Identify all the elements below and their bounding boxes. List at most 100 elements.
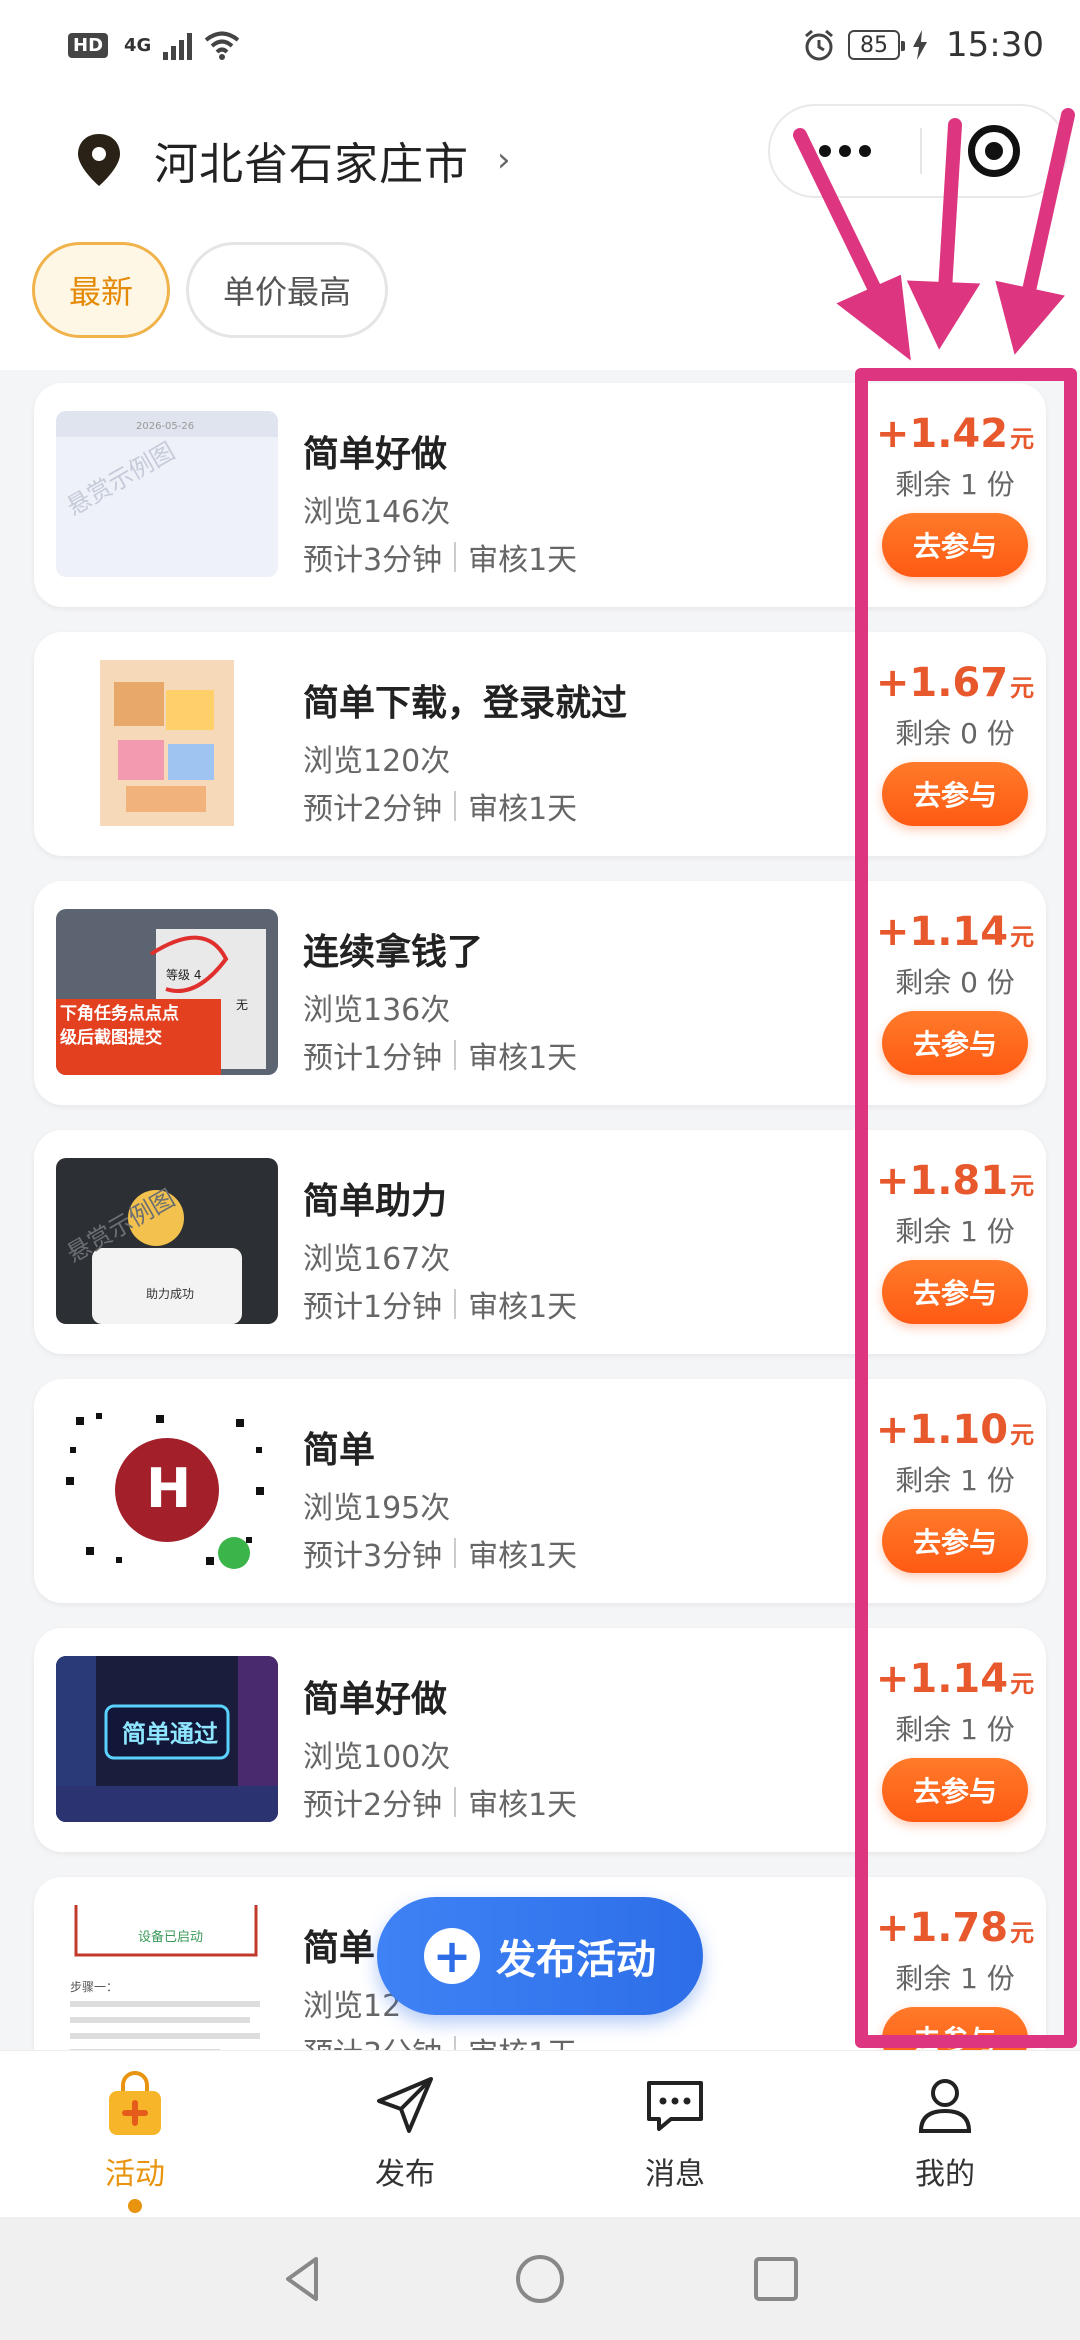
- thumb-text: 简单通过: [122, 1720, 218, 1748]
- tab-label: 活动: [105, 2157, 165, 2192]
- task-stock: 剩余 0 份: [895, 717, 1015, 750]
- header: 河北省石家庄市 › 最新 单价最高: [0, 90, 1080, 370]
- publish-activity-button[interactable]: + 发布活动: [377, 1897, 703, 2015]
- task-review: 审核1天: [468, 1539, 578, 1574]
- task-title: 连续拿钱了: [303, 932, 484, 973]
- task-stock: 剩余 1 份: [895, 1962, 1015, 1995]
- thumb-date: 2026-05-26: [136, 421, 194, 432]
- task-thumbnail: 等级 4 无 下角任务点点点 级后截图提交: [56, 909, 278, 1075]
- task-card[interactable]: 简单通过 简单好做 浏览100次 预计2分钟 审核1天 +1.14元 剩余 1 份…: [34, 1628, 1046, 1852]
- task-thumbnail: [56, 660, 278, 826]
- join-button[interactable]: 去参与: [882, 762, 1028, 826]
- task-stock: 剩余 1 份: [895, 1215, 1015, 1248]
- chat-bubble-icon: [647, 2081, 703, 2131]
- task-time: 预计1分钟: [303, 1041, 443, 1076]
- tab-label: 我的: [915, 2157, 975, 2192]
- task-meta: 预计1分钟 审核1天: [303, 1033, 577, 1077]
- task-title: 简单助力: [303, 1181, 448, 1222]
- task-review: 审核1天: [468, 1290, 578, 1325]
- task-thumbnail: 设备已启动 步骤一：: [56, 1905, 278, 2071]
- join-button[interactable]: 去参与: [882, 1260, 1028, 1324]
- location-text: 河北省石家庄市: [154, 139, 469, 190]
- task-review: 审核1天: [468, 1788, 578, 1823]
- filter-tab-latest[interactable]: 最新: [32, 242, 171, 338]
- tab-messages[interactable]: 消息: [540, 2051, 810, 2217]
- more-icon[interactable]: [770, 106, 920, 196]
- task-views: 浏览100次: [303, 1740, 451, 1775]
- thumb-text: 步骤一：: [70, 1980, 118, 1994]
- task-price: +1.67元: [875, 660, 1035, 706]
- task-card[interactable]: 2026-05-26 悬赏示例图 简单好做 浏览146次 预计3分钟 审核1天 +…: [34, 383, 1046, 607]
- task-stock: 剩余 1 份: [895, 1464, 1015, 1497]
- join-button[interactable]: 去参与: [882, 1011, 1028, 1075]
- task-title: 简单: [303, 1928, 376, 1969]
- thumb-none: 无: [236, 998, 248, 1012]
- join-button[interactable]: 去参与: [882, 513, 1028, 577]
- battery-icon: 85: [848, 30, 906, 60]
- join-button[interactable]: 去参与: [882, 1509, 1028, 1573]
- alarm-icon: [805, 29, 833, 61]
- miniprogram-capsule: [768, 104, 1068, 198]
- thumb-level: 等级 4: [166, 968, 201, 982]
- join-button[interactable]: 去参与: [882, 1758, 1028, 1822]
- task-card[interactable]: H 简单 浏览195次 预计3分钟 审核1天 +1.10元 剩余 1 份 去参与: [34, 1379, 1046, 1603]
- task-reward: +1.14元 剩余 1 份 去参与: [876, 1656, 1034, 1822]
- thumb-text: 助力成功: [146, 1287, 194, 1301]
- tab-mine[interactable]: 我的: [810, 2051, 1080, 2217]
- task-title: 简单下载，登录就过: [303, 683, 628, 724]
- task-price: +1.42元: [875, 411, 1035, 457]
- target-icon: [968, 125, 1020, 177]
- filter-tabs: 最新 单价最高: [32, 242, 389, 338]
- task-time: 预计2分钟: [303, 1788, 443, 1823]
- task-views: 浏览120次: [303, 744, 451, 779]
- chevron-right-icon: ›: [497, 140, 511, 180]
- user-icon: [918, 2079, 972, 2133]
- task-card[interactable]: 简单下载，登录就过 浏览120次 预计2分钟 审核1天 +1.67元 剩余 0 份…: [34, 632, 1046, 856]
- task-list: 2026-05-26 悬赏示例图 简单好做 浏览146次 预计3分钟 审核1天 +…: [34, 383, 1046, 2126]
- task-reward: +1.42元 剩余 1 份 去参与: [876, 411, 1034, 577]
- tab-label: 消息: [645, 2157, 705, 2192]
- task-time: 预计3分钟: [303, 543, 443, 578]
- charging-icon: [913, 30, 928, 60]
- task-card[interactable]: 等级 4 无 下角任务点点点 级后截图提交 连续拿钱了 浏览136次 预计1分钟…: [34, 881, 1046, 1105]
- task-price: +1.14元: [875, 909, 1035, 955]
- tab-activity[interactable]: 活动: [0, 2051, 270, 2217]
- filter-tab-highest-price[interactable]: 单价最高: [186, 242, 389, 338]
- svg-text:H: H: [146, 1457, 191, 1520]
- thumb-caption: 下角任务点点点: [60, 1003, 179, 1024]
- hd-badge: HD: [68, 32, 109, 58]
- task-title: 简单好做: [303, 434, 448, 475]
- task-views: 浏览195次: [303, 1491, 451, 1526]
- task-review: 审核1天: [468, 543, 578, 578]
- task-stock: 剩余 1 份: [895, 468, 1015, 501]
- wifi-icon: [205, 31, 240, 60]
- plus-icon: +: [424, 1928, 480, 1984]
- status-time: 15:30: [946, 25, 1044, 65]
- task-reward: +1.14元 剩余 0 份 去参与: [876, 909, 1034, 1075]
- recents-icon[interactable]: [748, 2251, 804, 2307]
- task-thumbnail: 简单通过: [56, 1656, 278, 1822]
- status-left: HD 4G: [68, 30, 240, 60]
- shopping-bag-icon: [109, 2071, 161, 2135]
- task-stock: 剩余 0 份: [895, 966, 1015, 999]
- publish-activity-label: 发布活动: [496, 1937, 656, 1983]
- paper-plane-icon: [377, 2077, 433, 2133]
- task-meta: 预计3分钟审核1天: [303, 535, 577, 579]
- task-title: 简单好做: [303, 1679, 448, 1720]
- system-nav-bar: [0, 2217, 1080, 2340]
- tab-publish[interactable]: 发布: [270, 2051, 540, 2217]
- close-miniprogram-button[interactable]: [922, 125, 1066, 177]
- location-selector[interactable]: 河北省石家庄市 ›: [74, 128, 511, 192]
- home-icon[interactable]: [512, 2251, 568, 2307]
- task-card[interactable]: 助力成功 悬赏示例图 简单助力 浏览167次 预计1分钟 审核1天 +1.81元 …: [34, 1130, 1046, 1354]
- tab-label: 发布: [375, 2157, 435, 2192]
- task-meta: 预计3分钟审核1天: [303, 1531, 577, 1575]
- task-price: +1.10元: [875, 1407, 1035, 1453]
- status-right: 85 15:30: [802, 25, 1044, 65]
- thumb-caption: 级后截图提交: [60, 1027, 162, 1048]
- tab-bar: 活动 发布 消息 我的: [0, 2050, 1080, 2217]
- back-icon[interactable]: [276, 2251, 332, 2307]
- thumb-text: 设备已启动: [138, 1929, 203, 1945]
- task-thumbnail: H: [56, 1407, 278, 1573]
- task-stock: 剩余 1 份: [895, 1713, 1015, 1746]
